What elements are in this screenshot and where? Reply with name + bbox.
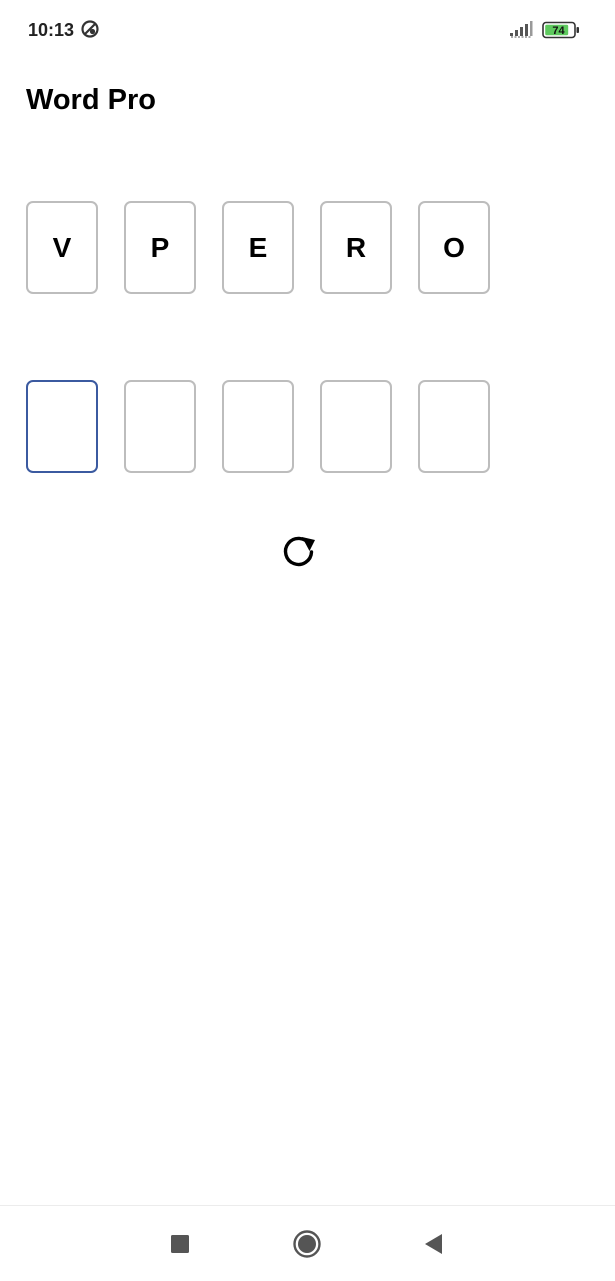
letter-tile[interactable]: R [320, 201, 392, 294]
answer-slot[interactable] [124, 380, 196, 473]
battery-icon: 74 [542, 21, 579, 39]
no-sign-icon [81, 20, 99, 38]
refresh-icon [283, 536, 315, 567]
answer-slot-active[interactable] [26, 380, 98, 473]
status-bar: 10:13 74 [0, 0, 615, 60]
recents-button[interactable] [164, 1228, 196, 1260]
letter-tile[interactable]: O [418, 201, 490, 294]
answer-slot[interactable] [320, 380, 392, 473]
battery-level-text: 74 [552, 25, 565, 37]
answer-slot[interactable] [418, 380, 490, 473]
refresh-button[interactable] [279, 530, 319, 570]
status-time: 10:13 [28, 20, 75, 40]
letter-tile[interactable]: E [222, 201, 294, 294]
triangle-back-icon [425, 1234, 442, 1254]
circle-icon [293, 1230, 321, 1258]
navigation-bar [0, 1205, 615, 1281]
cellular-signal-icon [510, 21, 533, 38]
back-button[interactable] [417, 1228, 449, 1260]
letter-tile[interactable]: V [26, 201, 98, 294]
home-button[interactable] [291, 1228, 323, 1260]
square-icon [171, 1235, 189, 1253]
app-title: Word Pro [26, 84, 156, 116]
letter-tile[interactable]: P [124, 201, 196, 294]
answer-slot[interactable] [222, 380, 294, 473]
letter-tiles: V P E R O [26, 201, 490, 294]
answer-slots [26, 380, 490, 473]
